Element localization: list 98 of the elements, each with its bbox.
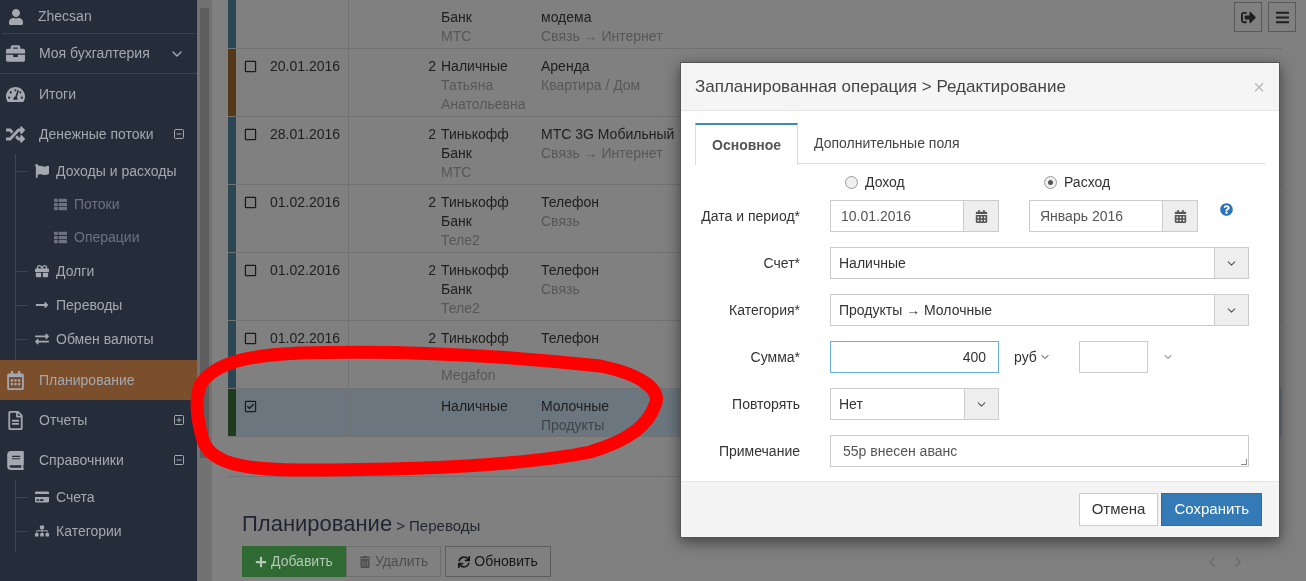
account-name: Тинькофф Банк xyxy=(441,125,510,163)
credit-card-icon xyxy=(35,490,49,504)
checkbox[interactable] xyxy=(244,400,257,413)
account-name: Банк xyxy=(441,8,473,27)
user-icon xyxy=(8,8,24,25)
date-cell: 28.01.2016 xyxy=(270,125,341,144)
expand-icon[interactable] xyxy=(173,414,185,426)
account-name: Тинькофф Банк xyxy=(441,193,510,231)
logout-button[interactable] xyxy=(1234,2,1262,32)
calendar-icon[interactable] xyxy=(974,209,988,223)
sidebar-item[interactable]: Денежные потоки xyxy=(0,114,197,154)
exchange-arrows-icon xyxy=(35,332,49,346)
sidebar-item[interactable]: Итоги xyxy=(0,74,197,114)
select-field[interactable]: Продукты → Молочные xyxy=(830,294,1249,326)
count-cell: 2 xyxy=(428,58,436,74)
flag-icon xyxy=(35,164,49,178)
list-icon xyxy=(54,231,67,244)
trash-icon xyxy=(358,555,371,568)
checkbox[interactable] xyxy=(244,196,257,209)
date-field[interactable]: 10.01.2016 xyxy=(830,200,999,232)
sidebar-item[interactable]: Доходы и расходы xyxy=(16,154,197,188)
dashboard-icon xyxy=(6,84,25,104)
refresh-icon xyxy=(458,555,471,568)
account-name: Наличные xyxy=(441,397,509,416)
select-field[interactable]: Нет xyxy=(830,388,999,420)
sidebar-item[interactable]: Справочники xyxy=(0,440,197,480)
hierarchy-icon xyxy=(35,524,49,538)
field-label: Сумма* xyxy=(749,347,801,367)
document-icon xyxy=(6,410,25,430)
page-subtitle: > Переводы xyxy=(396,516,481,536)
calendar-icon[interactable] xyxy=(1173,209,1187,223)
sidebar-item[interactable]: Отчеты xyxy=(0,400,197,440)
account-name: Тинькофф Банк xyxy=(441,261,510,299)
period-field[interactable]: Январь 2016 xyxy=(1029,200,1198,232)
currency-dropdown[interactable]: руб xyxy=(1014,346,1051,368)
date-cell: 20.01.2016 xyxy=(270,57,341,76)
sidebar-item[interactable]: Категории xyxy=(16,514,197,548)
page-title: Планирование xyxy=(242,510,393,538)
sidebar-item[interactable]: Обмен валюты xyxy=(16,322,197,356)
save-button[interactable]: Сохранить xyxy=(1161,493,1262,526)
account-name: Тинькофф xyxy=(441,329,510,348)
sidebar-item[interactable]: Моя бухгалтерия xyxy=(0,34,197,74)
select-field[interactable]: Наличные xyxy=(830,247,1249,279)
book-icon xyxy=(6,450,25,470)
category-name: Молочные xyxy=(541,397,609,416)
list-icon xyxy=(54,198,67,211)
date-cell: 01.02.2016 xyxy=(270,329,341,348)
checkbox[interactable] xyxy=(244,264,257,277)
date-cell: 01.02.2016 xyxy=(270,261,341,280)
amount-field[interactable]: 400 xyxy=(830,341,999,373)
scrollbar-thumb[interactable] xyxy=(200,8,209,458)
collapse-icon[interactable] xyxy=(173,128,185,140)
radio-option[interactable]: Доход xyxy=(845,171,1044,193)
calendar-icon xyxy=(6,370,25,390)
count-cell: 2 xyxy=(428,126,436,142)
count-cell: 2 xyxy=(428,330,436,346)
input-field[interactable] xyxy=(1078,341,1148,373)
sidebar-item[interactable]: Долги xyxy=(16,254,197,288)
menu-button[interactable] xyxy=(1268,2,1296,32)
category-name: Телефон xyxy=(541,261,600,280)
note-field[interactable]: 55р внесен аванс xyxy=(830,435,1249,467)
field-label: Категория* xyxy=(728,300,801,320)
menu-icon xyxy=(1274,9,1290,25)
radio-option[interactable]: Расход xyxy=(1044,171,1243,193)
checkbox[interactable] xyxy=(244,60,257,73)
radio-button[interactable] xyxy=(845,175,858,189)
category-name: Телефон xyxy=(541,193,600,212)
sidebar-item[interactable]: Переводы xyxy=(16,288,197,322)
field-label: Примечание xyxy=(717,441,801,461)
sidebar-item[interactable]: Счета xyxy=(16,480,197,514)
count-cell: 2 xyxy=(428,262,436,278)
count-cell: 2 xyxy=(428,194,436,210)
toolbar-button[interactable]: Обновить xyxy=(445,546,551,577)
cancel-button[interactable]: Отмена xyxy=(1078,493,1159,526)
date-cell: 01.02.2016 xyxy=(270,193,341,212)
category-name: модема xyxy=(541,8,592,27)
toolbar-button[interactable]: Добавить xyxy=(242,546,346,577)
tab[interactable]: Дополнительные поля xyxy=(798,123,976,164)
help-icon[interactable] xyxy=(1220,203,1233,216)
category-name: МТС 3G Мобильный xyxy=(541,125,675,144)
category-name: Телефон xyxy=(541,329,600,348)
field-label: Повторять xyxy=(731,394,801,414)
checkbox[interactable] xyxy=(244,128,257,141)
checkbox[interactable] xyxy=(244,332,257,345)
shuffle-arrows-icon xyxy=(6,124,25,144)
collapse-icon[interactable] xyxy=(173,454,185,466)
dialog-title: Запланированная операция > Редактирование xyxy=(695,75,1066,98)
field-label: Дата и период* xyxy=(700,206,801,226)
account-name: Наличные xyxy=(441,57,509,76)
sign-out-icon xyxy=(1240,9,1256,25)
user-name[interactable]: Zhecsan xyxy=(38,6,92,27)
tab[interactable]: Основное xyxy=(695,123,799,165)
field-label: Счет* xyxy=(762,253,801,273)
radio-button[interactable] xyxy=(1044,175,1057,189)
category-name: Аренда xyxy=(541,57,590,76)
briefcase-icon xyxy=(6,44,25,63)
gift-icon xyxy=(35,264,49,278)
plus-icon xyxy=(255,555,267,568)
